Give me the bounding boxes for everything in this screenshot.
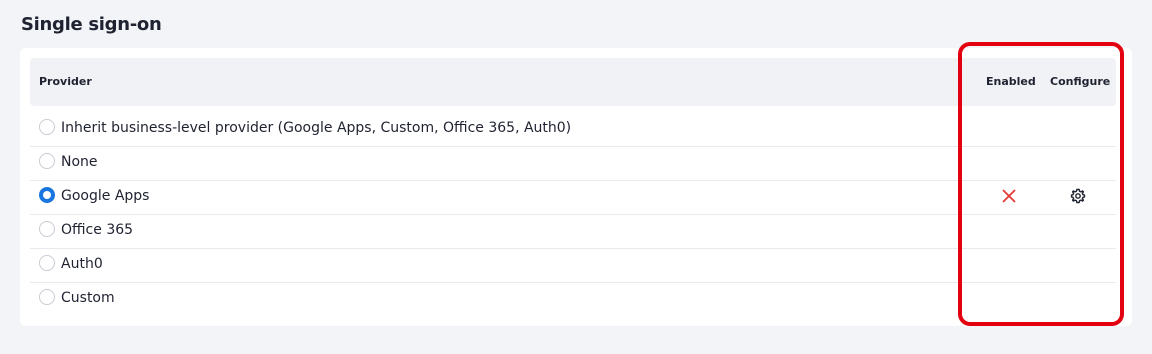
radio-office-365[interactable] — [39, 221, 55, 237]
provider-label: Inherit business-level provider (Google … — [61, 120, 572, 136]
radio-google-apps[interactable] — [39, 187, 55, 203]
gear-icon[interactable] — [1070, 188, 1086, 204]
provider-label: Auth0 — [61, 256, 103, 272]
table-header: Provider Enabled Configure — [30, 58, 1116, 106]
column-header-provider: Provider — [39, 75, 92, 88]
radio-none[interactable] — [39, 153, 55, 169]
radio-inherit[interactable] — [39, 119, 55, 135]
provider-row-office-365[interactable]: Office 365 — [30, 214, 1116, 249]
radio-auth0[interactable] — [39, 255, 55, 271]
provider-label: Google Apps — [61, 188, 150, 204]
radio-custom[interactable] — [39, 289, 55, 305]
provider-row-auth0[interactable]: Auth0 — [30, 248, 1116, 283]
sso-provider-table: Provider Enabled Configure Inherit busin… — [20, 48, 1132, 326]
provider-row-custom[interactable]: Custom — [30, 282, 1116, 316]
x-icon — [1001, 188, 1017, 204]
provider-label: Office 365 — [61, 222, 134, 238]
provider-row-none[interactable]: None — [30, 146, 1116, 181]
provider-row-google-apps[interactable]: Google Apps — [30, 180, 1116, 215]
provider-label: Custom — [61, 290, 115, 306]
column-header-configure: Configure — [1050, 75, 1111, 88]
column-header-enabled: Enabled — [986, 75, 1036, 88]
provider-label: None — [61, 154, 98, 170]
provider-row-inherit[interactable]: Inherit business-level provider (Google … — [30, 112, 1116, 147]
section-title: Single sign-on — [21, 14, 162, 35]
